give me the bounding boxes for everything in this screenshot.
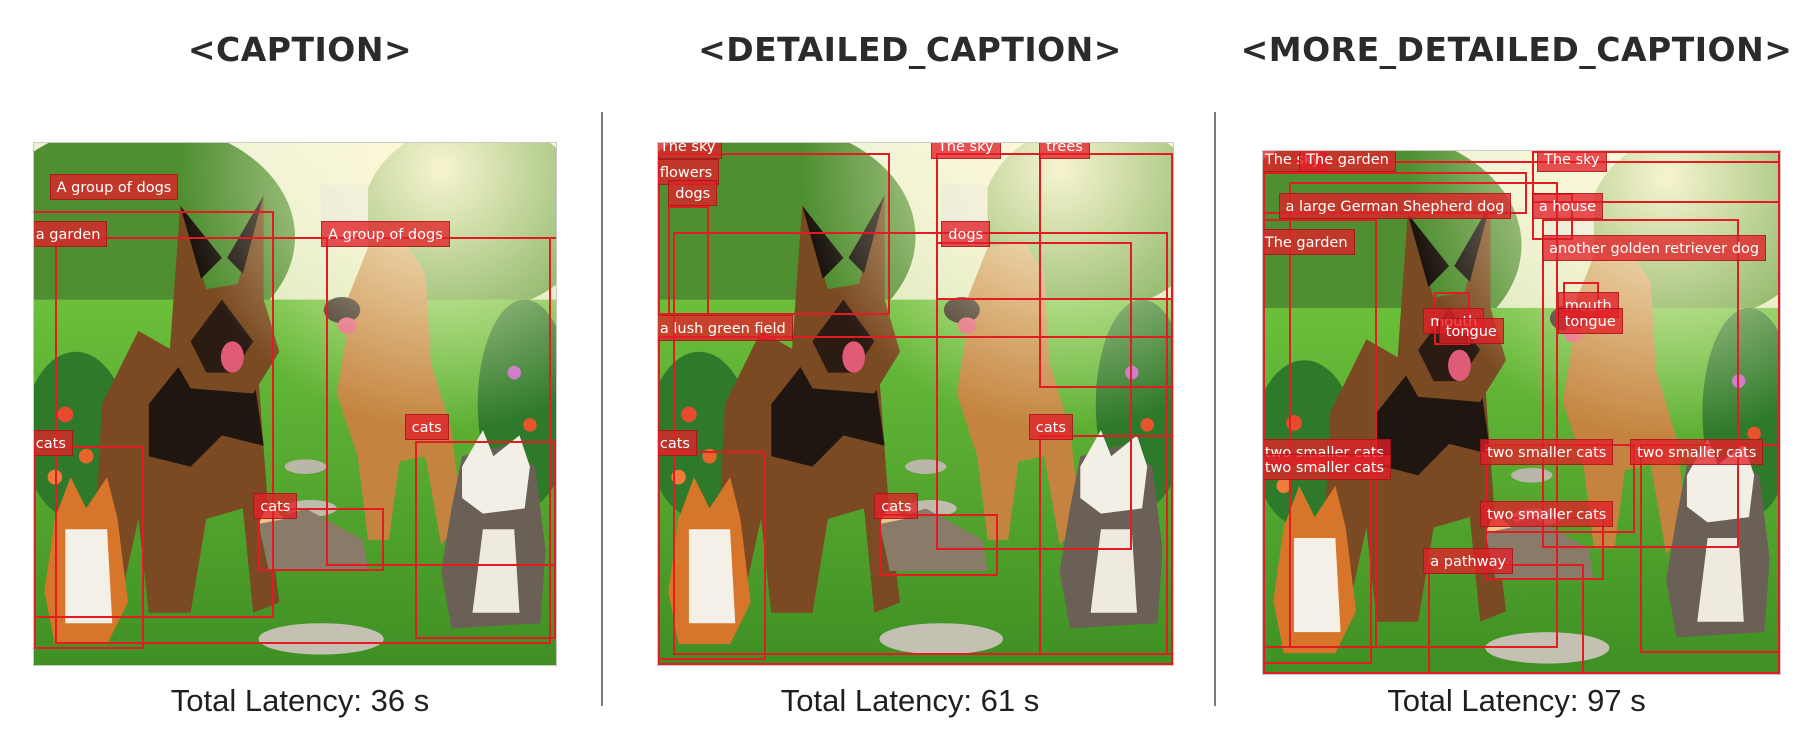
box-label: cats	[874, 492, 919, 519]
latency-text: Total Latency: 36 s	[170, 683, 430, 718]
box-label: dogs	[941, 221, 991, 248]
box-label: dogs	[668, 179, 718, 206]
box-label: a garden	[34, 221, 108, 248]
box-label: two smaller cats	[1263, 454, 1392, 481]
panel-caption: <CAPTION> A group of dogs a garden A gro…	[0, 0, 600, 747]
box-label: two smaller cats	[1480, 438, 1614, 465]
detection-overlay: The sky flowers dogs The sky trees dogs …	[658, 143, 1173, 665]
detection-overlay: A group of dogs a garden A group of dogs…	[34, 143, 556, 665]
box-label: a large German Shepherd dog	[1278, 192, 1512, 219]
box-label: A group of dogs	[321, 221, 450, 248]
box-label: a lush green field	[658, 315, 793, 342]
bbox	[1263, 454, 1372, 664]
latency-text: Total Latency: 97 s	[1387, 683, 1646, 718]
box-label: A group of dogs	[49, 174, 179, 201]
detection-overlay: The sky The garden The sky a large Germa…	[1263, 151, 1780, 674]
box-label: cats	[404, 414, 449, 441]
box-label: cats	[658, 430, 697, 457]
panel-title: <MORE_DETAILED_CAPTION>	[1240, 30, 1793, 69]
scene-image: The sky flowers dogs The sky trees dogs …	[658, 143, 1173, 665]
box-label: cats	[1028, 414, 1073, 441]
box-label: The garden	[1263, 229, 1355, 256]
bbox	[1039, 435, 1173, 655]
bbox	[658, 450, 767, 660]
bbox	[34, 445, 144, 650]
panel-title: <CAPTION>	[187, 30, 413, 69]
divider	[1214, 112, 1216, 706]
box-label: The sky	[930, 143, 1001, 159]
bbox	[1428, 564, 1584, 674]
panel-detailed-caption: <DETAILED_CAPTION> The sky flowers dogs …	[605, 0, 1215, 747]
panel-more-detailed-caption: <MORE_DETAILED_CAPTION> The sky The gard…	[1218, 0, 1815, 747]
box-label: tongue	[1557, 307, 1623, 334]
divider	[601, 112, 603, 706]
bbox	[1640, 443, 1780, 654]
box-label: a house	[1531, 192, 1604, 219]
scene-image: The sky The garden The sky a large Germa…	[1263, 151, 1780, 674]
scene-image: A group of dogs a garden A group of dogs…	[34, 143, 556, 665]
box-label: The sky	[658, 143, 723, 159]
box-label: two smaller cats	[1480, 501, 1614, 528]
box-label: The sky	[1537, 151, 1607, 172]
box-label: The garden	[1299, 151, 1396, 172]
box-label: a pathway	[1423, 548, 1514, 575]
panel-title: <DETAILED_CAPTION>	[698, 30, 1122, 69]
box-label: two smaller cats	[1630, 438, 1764, 465]
box-label: cats	[34, 430, 73, 457]
latency-text: Total Latency: 61 s	[780, 683, 1040, 718]
bbox	[415, 440, 556, 639]
box-label: another golden retriever dog	[1542, 234, 1767, 261]
bbox	[879, 513, 998, 577]
box-label: trees	[1039, 143, 1090, 159]
box-label: tongue	[1438, 318, 1504, 345]
box-label: cats	[253, 492, 298, 519]
